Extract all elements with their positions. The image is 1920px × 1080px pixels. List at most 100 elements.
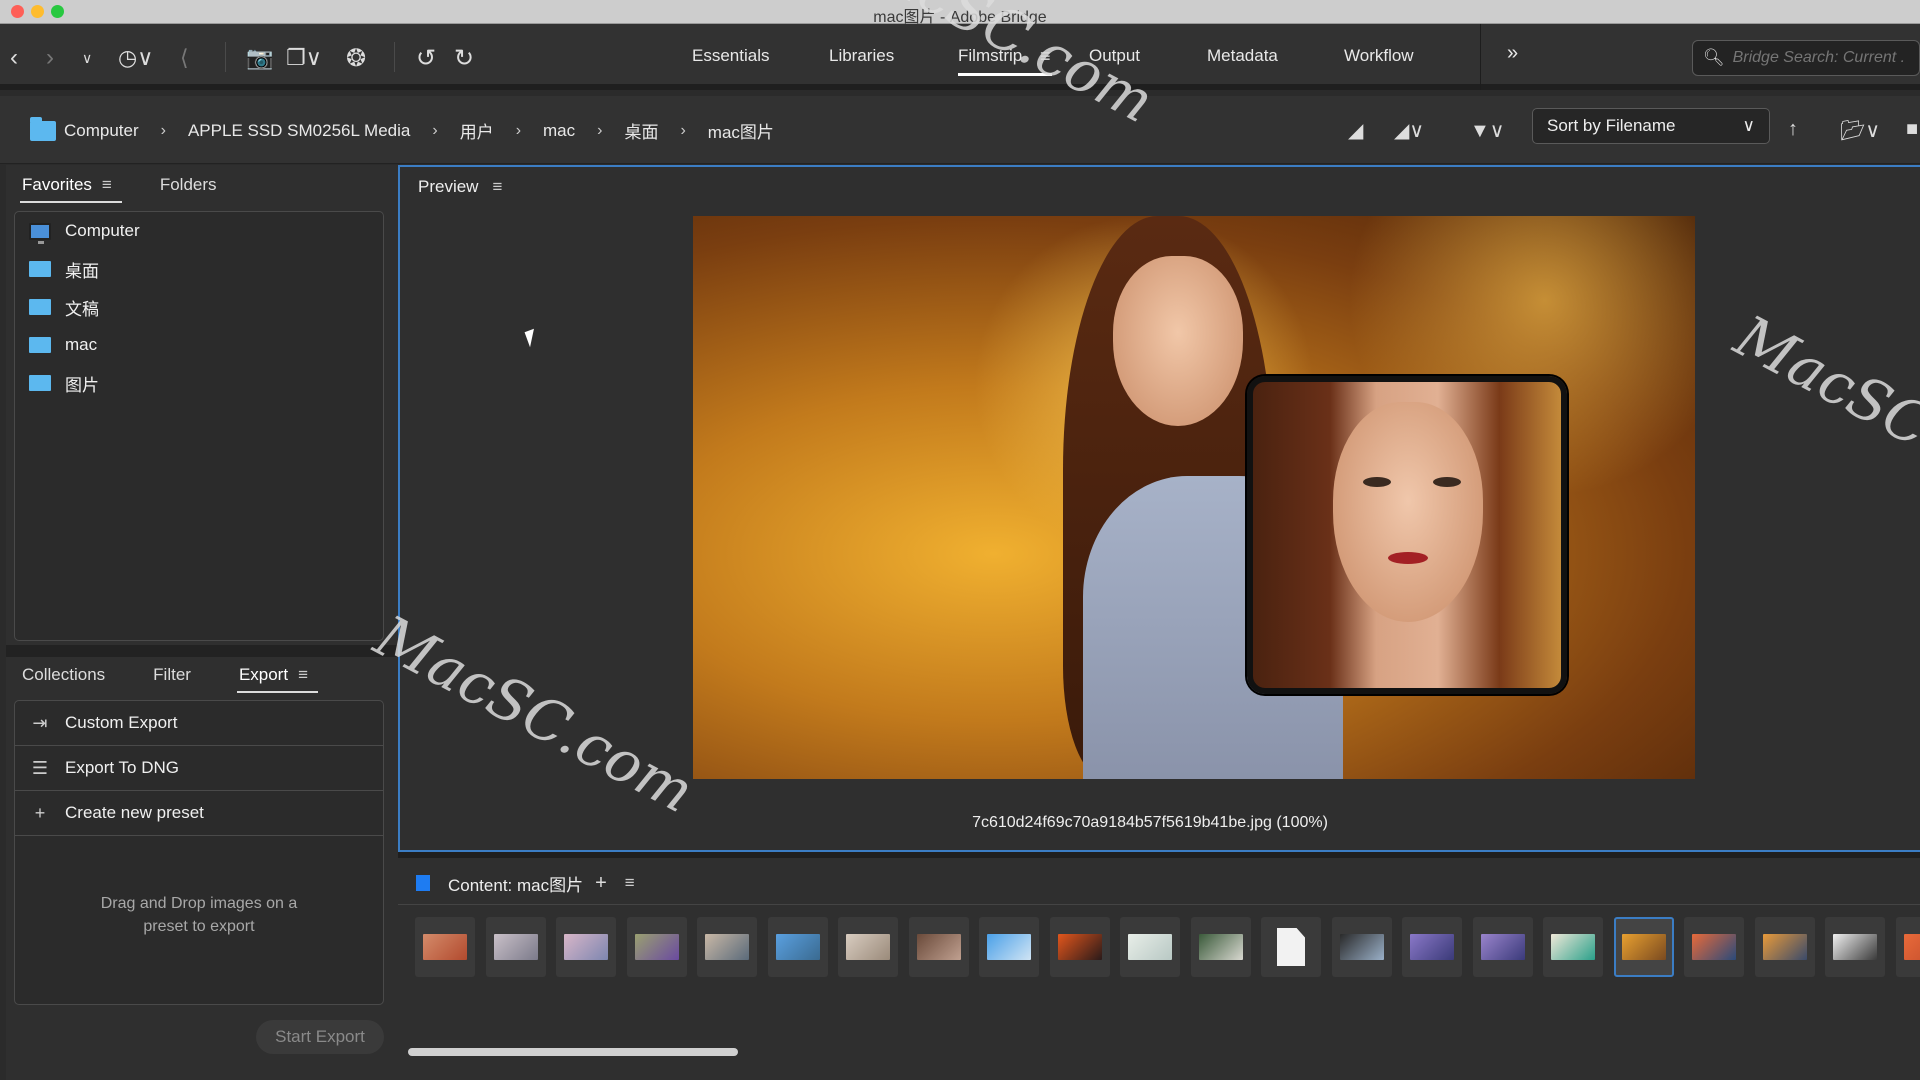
- filter-icon[interactable]: ▼∨: [1470, 118, 1504, 143]
- thumbnail[interactable]: [1120, 917, 1180, 977]
- workspace-filmstrip[interactable]: Filmstrip: [958, 46, 1053, 76]
- bridge-search[interactable]: 🔍︎: [1692, 40, 1920, 76]
- favorite-pictures[interactable]: 图片: [15, 364, 383, 402]
- workspace-essentials[interactable]: Essentials: [692, 46, 769, 66]
- panel-menu-icon[interactable]: ≡: [102, 175, 112, 195]
- thumbnail-image: [1692, 934, 1736, 960]
- favorite-desktop[interactable]: 桌面: [15, 250, 383, 288]
- thumbnail[interactable]: [908, 917, 969, 977]
- favorite-label: 文稿: [65, 299, 99, 319]
- thumbnail[interactable]: [485, 917, 546, 977]
- tab-folders[interactable]: Folders: [160, 175, 217, 195]
- breadcrumb-users[interactable]: 用户: [460, 118, 494, 143]
- add-tab-icon[interactable]: +: [595, 872, 607, 895]
- favorite-computer[interactable]: Computer: [15, 212, 383, 250]
- horizontal-scrollbar[interactable]: [408, 1048, 738, 1056]
- thumbnail-image: [1057, 934, 1102, 960]
- thumbnail[interactable]: [626, 917, 687, 977]
- quality-icon[interactable]: ◢: [1348, 118, 1363, 143]
- workspace-output[interactable]: Output: [1089, 46, 1140, 66]
- boomerang-icon[interactable]: ⟨: [180, 42, 189, 74]
- sort-ascending-icon[interactable]: ↑: [1788, 118, 1798, 141]
- thumbnail[interactable]: [1613, 917, 1674, 977]
- sort-select[interactable]: Sort by Filename ∨: [1532, 108, 1770, 144]
- breadcrumb-ssd[interactable]: APPLE SSD SM0256L Media: [188, 121, 410, 141]
- thumbnail[interactable]: [1684, 917, 1744, 977]
- loupe-magnifier[interactable]: [1247, 376, 1567, 694]
- camera-raw-icon[interactable]: ❂: [346, 42, 366, 74]
- thumbnail-image: [1480, 934, 1525, 960]
- export-tabs: Collections Filter Export ≡: [22, 665, 356, 693]
- thumbnail[interactable]: [979, 917, 1039, 977]
- preview-image[interactable]: [693, 216, 1695, 779]
- thumbnail[interactable]: [1895, 917, 1920, 977]
- search-icon[interactable]: 🔍︎: [1703, 48, 1725, 68]
- list-icon: ☰: [31, 757, 49, 778]
- thumbnail-image: [1128, 934, 1172, 960]
- thumbnail[interactable]: [415, 917, 475, 977]
- breadcrumb-mac-pictures[interactable]: mac图片: [708, 118, 774, 143]
- thumbnail[interactable]: [1049, 917, 1110, 977]
- start-export-button[interactable]: Start Export: [256, 1020, 384, 1054]
- thumbnail[interactable]: [1402, 917, 1462, 977]
- history-icon[interactable]: ◷∨: [118, 42, 153, 74]
- title-bar: mac图片 - Adobe Bridge: [0, 0, 1920, 26]
- panel-divider[interactable]: [6, 645, 398, 657]
- copy-files-icon[interactable]: ❐∨: [286, 42, 322, 74]
- chevron-right-icon[interactable]: ›: [516, 122, 521, 140]
- tab-favorites[interactable]: Favorites: [20, 175, 122, 203]
- thumbnail[interactable]: [1331, 917, 1392, 977]
- thumbnail[interactable]: [1190, 917, 1251, 977]
- tab-filter[interactable]: Filter: [153, 665, 191, 685]
- favorite-documents[interactable]: 文稿: [15, 288, 383, 326]
- favorites-list: Computer 桌面 文稿 mac 图片: [14, 211, 384, 641]
- recent-dropdown-icon[interactable]: ∨: [82, 42, 92, 74]
- more-workspaces-icon[interactable]: »: [1507, 42, 1518, 65]
- preset-export-dng[interactable]: ☰ Export To DNG: [15, 746, 383, 791]
- toolbar-divider: [394, 42, 395, 72]
- rotate-left-icon[interactable]: ↺: [416, 42, 436, 74]
- back-icon[interactable]: ‹: [10, 42, 18, 74]
- thumbnail-image: [987, 934, 1031, 960]
- thumbnail[interactable]: [697, 917, 757, 977]
- workspace-libraries[interactable]: Libraries: [829, 46, 894, 66]
- panel-menu-icon[interactable]: ≡: [492, 177, 502, 197]
- breadcrumb-computer[interactable]: Computer: [64, 121, 139, 141]
- content-title: Content: mac图片: [448, 875, 584, 895]
- search-input[interactable]: [1732, 49, 1913, 67]
- panel-menu-icon[interactable]: ≡: [298, 665, 308, 685]
- chevron-right-icon[interactable]: ›: [432, 122, 437, 140]
- preview-title: Preview: [418, 177, 479, 196]
- workspace-metadata[interactable]: Metadata: [1207, 46, 1278, 66]
- rotate-right-icon[interactable]: ↻: [454, 42, 474, 74]
- thumbnail[interactable]: [1543, 917, 1603, 977]
- breadcrumb-mac[interactable]: mac: [543, 121, 575, 141]
- thumbnail[interactable]: [556, 917, 616, 977]
- thumbnail[interactable]: [1472, 917, 1533, 977]
- recent-folder-icon[interactable]: 📂︎∨: [1840, 118, 1880, 143]
- tab-collections[interactable]: Collections: [22, 665, 105, 685]
- workspace-menu-icon[interactable]: ≡: [1040, 46, 1051, 67]
- forward-icon[interactable]: ›: [46, 42, 54, 74]
- get-photos-icon[interactable]: 📷: [246, 42, 273, 74]
- thumbnail[interactable]: [838, 917, 898, 977]
- thumbnail[interactable]: [1825, 917, 1885, 977]
- thumbnail-quality-icon[interactable]: ◢∨: [1394, 118, 1424, 143]
- chevron-right-icon[interactable]: ›: [161, 122, 166, 140]
- new-folder-icon[interactable]: ■: [1906, 118, 1918, 141]
- thumbnail[interactable]: [1754, 917, 1815, 977]
- thumbnail[interactable]: [767, 917, 828, 977]
- breadcrumb-desktop[interactable]: 桌面: [624, 118, 658, 143]
- preset-label: Custom Export: [65, 713, 178, 732]
- chevron-right-icon[interactable]: ›: [680, 122, 685, 140]
- panel-menu-icon[interactable]: ≡: [625, 873, 635, 893]
- chevron-right-icon[interactable]: ›: [597, 122, 602, 140]
- favorite-label: 桌面: [65, 261, 99, 281]
- preset-custom-export[interactable]: ⇥ Custom Export: [15, 701, 383, 746]
- tab-export[interactable]: Export: [236, 665, 319, 693]
- thumbnail[interactable]: [1261, 917, 1321, 977]
- workspace-workflow[interactable]: Workflow: [1344, 46, 1414, 66]
- favorite-mac[interactable]: mac: [15, 326, 383, 364]
- create-preset-button[interactable]: + Create new preset: [15, 791, 383, 836]
- preview-panel: Preview ≡ 7c610d24f69c70a9184b57f5619b41…: [398, 165, 1920, 852]
